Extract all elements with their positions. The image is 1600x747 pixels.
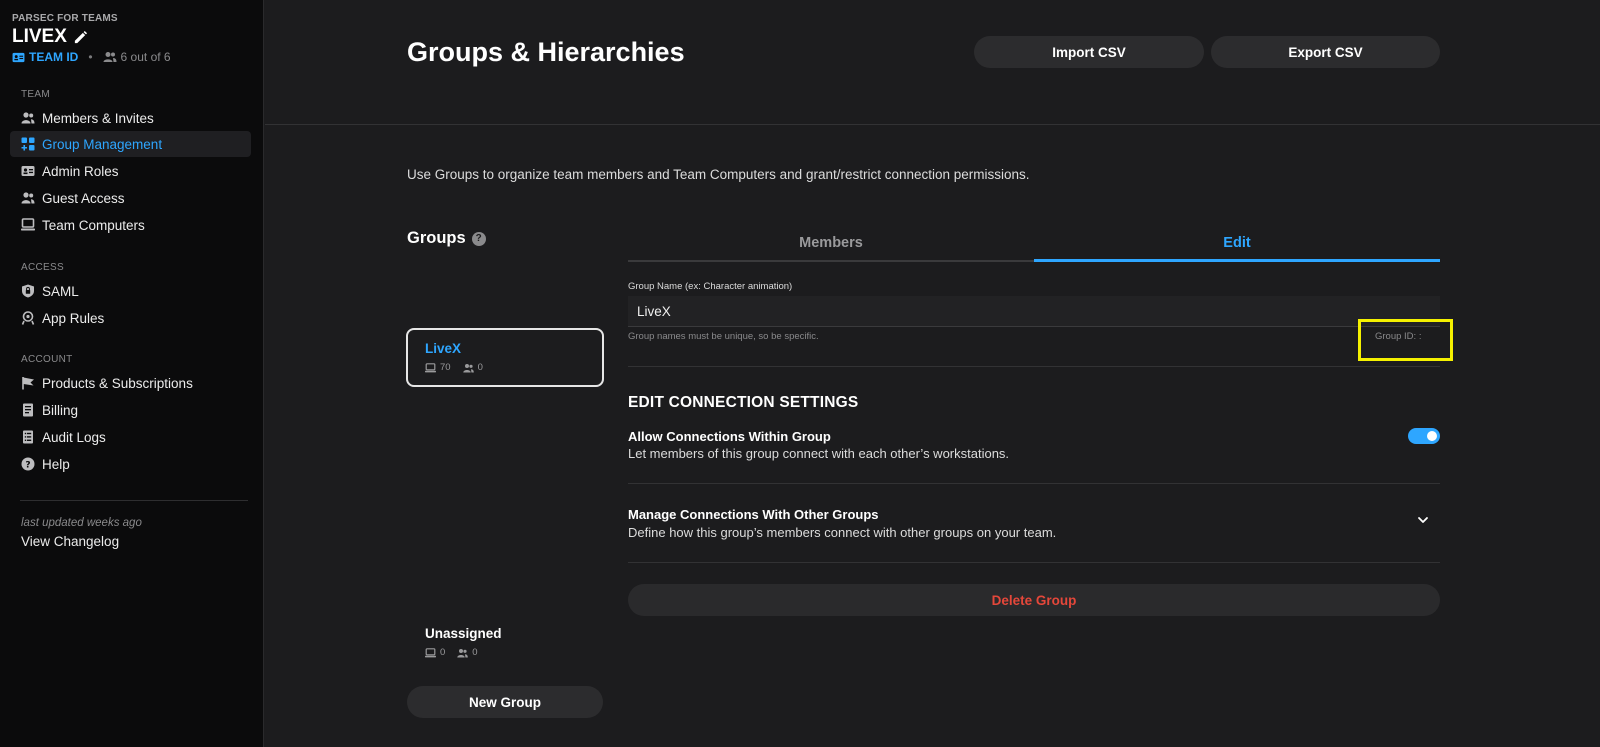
sidebar-divider [20, 500, 248, 501]
sidebar-item-label: Members & Invites [42, 110, 154, 126]
member-count-value: 0 [477, 362, 483, 373]
billing-icon [23, 403, 33, 417]
sidebar-item-members-invites[interactable]: Members & Invites [10, 105, 251, 131]
team-meta: TEAM ID • 6 out of 6 [12, 50, 171, 64]
chevron-down-icon[interactable] [1417, 514, 1429, 526]
allow-connections-toggle[interactable] [1408, 428, 1440, 444]
help-icon[interactable]: ? [471, 231, 486, 246]
group-card-livex[interactable]: LiveX 70 0 [406, 328, 604, 387]
allow-connections-title: Allow Connections Within Group [628, 429, 831, 444]
group-name-hint: Group names must be unique, so be specif… [628, 331, 819, 342]
import-csv-button[interactable]: Import CSV [974, 36, 1204, 68]
section-divider [628, 562, 1440, 563]
group-stats: 0 0 [425, 647, 502, 658]
group-stats: 70 0 [425, 362, 602, 373]
seats-count: 6 out of 6 [103, 50, 171, 64]
group-name-label: Group Name (ex: Character animation) [628, 281, 793, 292]
team-name-label: LIVEX [12, 26, 67, 47]
sidebar-item-guest-access[interactable]: Guest Access [10, 185, 251, 211]
groups-heading-label: Groups [407, 229, 466, 247]
sidebar-item-label: Guest Access [42, 190, 125, 206]
computer-count: 0 [425, 647, 445, 658]
sidebar-item-products-subscriptions[interactable]: Products & Subscriptions [10, 370, 251, 396]
toggle-knob [1427, 431, 1437, 441]
audit-logs-icon [23, 430, 33, 444]
sidebar-item-admin-roles[interactable]: Admin Roles [10, 158, 251, 184]
sidebar-item-label: SAML [42, 283, 79, 299]
sidebar-item-label: Team Computers [42, 217, 145, 233]
section-divider [628, 483, 1440, 484]
computer-icon [425, 647, 436, 657]
computer-icon [21, 218, 35, 231]
help-icon: ? [21, 457, 35, 471]
highlight-annotation [1358, 319, 1453, 361]
users-icon [457, 648, 469, 657]
svg-text:?: ? [25, 461, 30, 471]
sidebar-item-label: Admin Roles [42, 163, 119, 179]
brand-label: PARSEC FOR TEAMS [12, 13, 118, 24]
computer-count-value: 70 [440, 362, 451, 373]
connection-settings-title: EDIT CONNECTION SETTINGS [628, 394, 859, 411]
app-rules-icon [21, 311, 35, 325]
sidebar-item-audit-logs[interactable]: Audit Logs [10, 424, 251, 450]
computer-count-value: 0 [440, 647, 446, 658]
team-id-label: TEAM ID [29, 50, 79, 64]
group-name: LiveX [425, 341, 462, 356]
header-divider [265, 124, 1600, 125]
guest-access-icon [21, 192, 35, 204]
tab-edit[interactable]: Edit [1034, 226, 1440, 262]
sidebar-item-saml[interactable]: SAML [10, 278, 251, 304]
view-changelog-link[interactable]: View Changelog [21, 534, 119, 549]
sidebar-item-label: Products & Subscriptions [42, 375, 193, 391]
admin-roles-icon [21, 166, 35, 176]
team-name[interactable]: LIVEX [12, 26, 88, 48]
group-management-icon [21, 137, 35, 151]
group-card-unassigned[interactable]: Unassigned 0 0 [425, 626, 502, 658]
section-label-account: ACCOUNT [21, 354, 73, 365]
manage-connections-description: Define how this group’s members connect … [628, 525, 1057, 540]
team-id-link[interactable]: TEAM ID [12, 50, 78, 64]
sidebar-item-label: Help [42, 456, 70, 472]
flag-icon [22, 377, 34, 390]
sidebar-item-group-management[interactable]: Group Management [10, 131, 251, 157]
pencil-icon[interactable] [73, 30, 88, 45]
section-label-access: ACCESS [21, 262, 64, 273]
sidebar-item-help[interactable]: ? Help [10, 451, 251, 477]
group-name: Unassigned [425, 626, 502, 641]
allow-connections-description: Let members of this group connect with e… [628, 446, 1010, 461]
new-group-button[interactable]: New Group [407, 686, 603, 718]
id-card-icon [12, 52, 25, 62]
member-count: 0 [462, 362, 483, 373]
seats-label: 6 out of 6 [120, 50, 171, 64]
page-description: Use Groups to organize team members and … [407, 167, 1030, 182]
export-csv-button[interactable]: Export CSV [1211, 36, 1440, 68]
sidebar: PARSEC FOR TEAMS LIVEX TEAM ID • 6 out o… [0, 0, 264, 747]
delete-group-button[interactable]: Delete Group [628, 584, 1440, 616]
group-name-input[interactable] [628, 296, 1440, 327]
sidebar-item-label: Group Management [42, 136, 163, 152]
meta-separator: • [88, 50, 93, 64]
sidebar-item-billing[interactable]: Billing [10, 397, 251, 423]
sidebar-item-label: Billing [42, 402, 79, 418]
users-icon [103, 52, 117, 62]
sidebar-item-team-computers[interactable]: Team Computers [10, 212, 251, 238]
sidebar-item-label: Audit Logs [42, 429, 106, 445]
saml-icon [22, 284, 34, 298]
sidebar-item-label: App Rules [42, 310, 105, 326]
section-label-team: TEAM [21, 89, 50, 100]
computer-icon [425, 362, 436, 372]
users-icon [462, 363, 474, 372]
members-icon [21, 112, 35, 124]
member-count: 0 [457, 647, 478, 658]
member-count-value: 0 [472, 647, 478, 658]
last-updated-text: last updated weeks ago [21, 517, 142, 529]
computer-count: 70 [425, 362, 451, 373]
sidebar-item-app-rules[interactable]: App Rules [10, 305, 251, 331]
manage-connections-title[interactable]: Manage Connections With Other Groups [628, 507, 879, 522]
tab-members[interactable]: Members [628, 226, 1034, 262]
groups-heading: Groups ? [407, 229, 486, 248]
page-title: Groups & Hierarchies [407, 37, 685, 67]
section-divider [628, 366, 1440, 367]
